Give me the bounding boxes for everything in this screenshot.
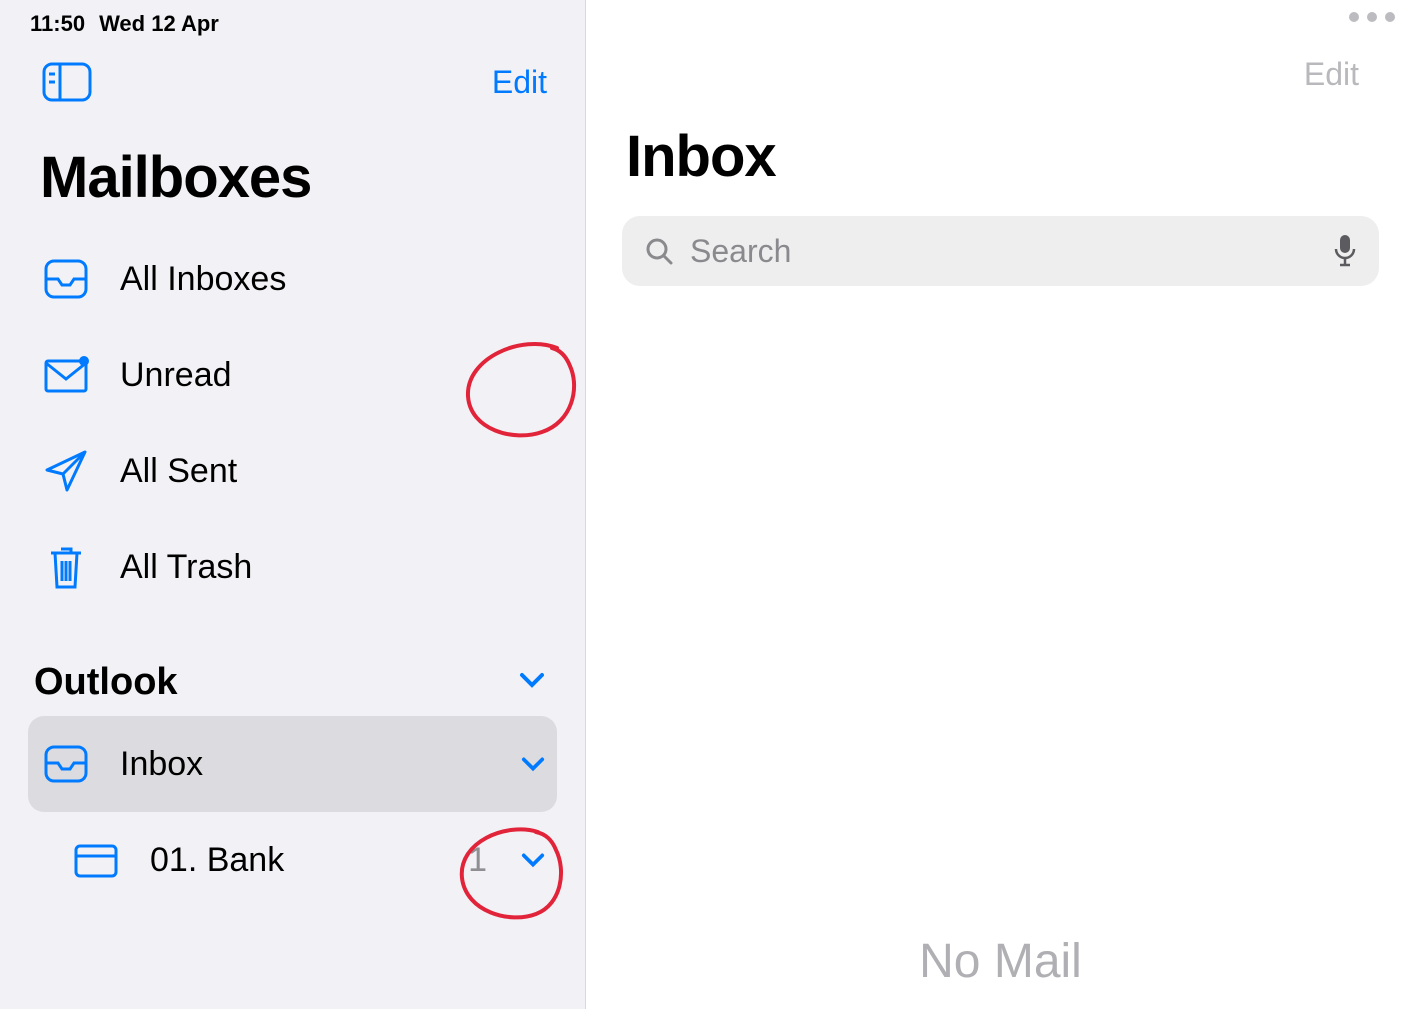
mailbox-all-sent[interactable]: All Sent xyxy=(28,423,557,519)
mailbox-label: All Sent xyxy=(120,452,545,491)
unread-envelope-icon xyxy=(40,349,92,401)
sidebar-edit-button[interactable]: Edit xyxy=(492,64,547,101)
account-name: Outlook xyxy=(34,661,178,704)
folder-icon xyxy=(70,834,122,886)
chevron-down-icon xyxy=(519,672,545,693)
account-inbox[interactable]: Inbox xyxy=(28,716,557,812)
mailbox-label: All Inboxes xyxy=(120,260,545,299)
mailboxes-title: Mailboxes xyxy=(0,114,585,231)
status-time: 11:50 xyxy=(30,11,85,37)
inbox-tray-icon xyxy=(40,738,92,790)
trash-icon xyxy=(40,541,92,593)
folder-label: 01. Bank xyxy=(150,841,440,880)
window-dots-icon xyxy=(1349,12,1395,22)
empty-state: No Mail xyxy=(586,286,1415,1009)
empty-state-text: No Mail xyxy=(919,934,1082,989)
folder-count: 1 xyxy=(468,841,487,880)
inbox-tray-icon xyxy=(40,253,92,305)
mailbox-all-trash[interactable]: All Trash xyxy=(28,519,557,615)
main-edit-button[interactable]: Edit xyxy=(1304,56,1359,93)
folder-bank[interactable]: 01. Bank 1 xyxy=(28,812,557,908)
status-bar: 11:50 Wed 12 Apr xyxy=(0,0,585,40)
chevron-down-icon[interactable] xyxy=(521,752,545,776)
microphone-icon[interactable] xyxy=(1331,234,1359,268)
mailbox-label: Unread xyxy=(120,356,545,395)
mailbox-unread[interactable]: Unread xyxy=(28,327,557,423)
search-icon xyxy=(642,234,676,268)
search-input[interactable] xyxy=(690,233,1317,270)
mailboxes-sidebar: 11:50 Wed 12 Apr Edit Mailboxes xyxy=(0,0,586,1009)
mailbox-all-inboxes[interactable]: All Inboxes xyxy=(28,231,557,327)
message-list-pane: Edit Inbox No Mail xyxy=(586,0,1415,1009)
inbox-title: Inbox xyxy=(586,93,1415,208)
search-bar[interactable] xyxy=(622,216,1379,286)
paperplane-icon xyxy=(40,445,92,497)
sidebar-toggle-icon[interactable] xyxy=(40,60,94,104)
status-date: Wed 12 Apr xyxy=(99,11,219,37)
account-section-header[interactable]: Outlook xyxy=(0,615,585,716)
mailbox-label: Inbox xyxy=(120,745,493,784)
chevron-down-icon[interactable] xyxy=(521,848,545,872)
mailbox-label: All Trash xyxy=(120,548,545,587)
